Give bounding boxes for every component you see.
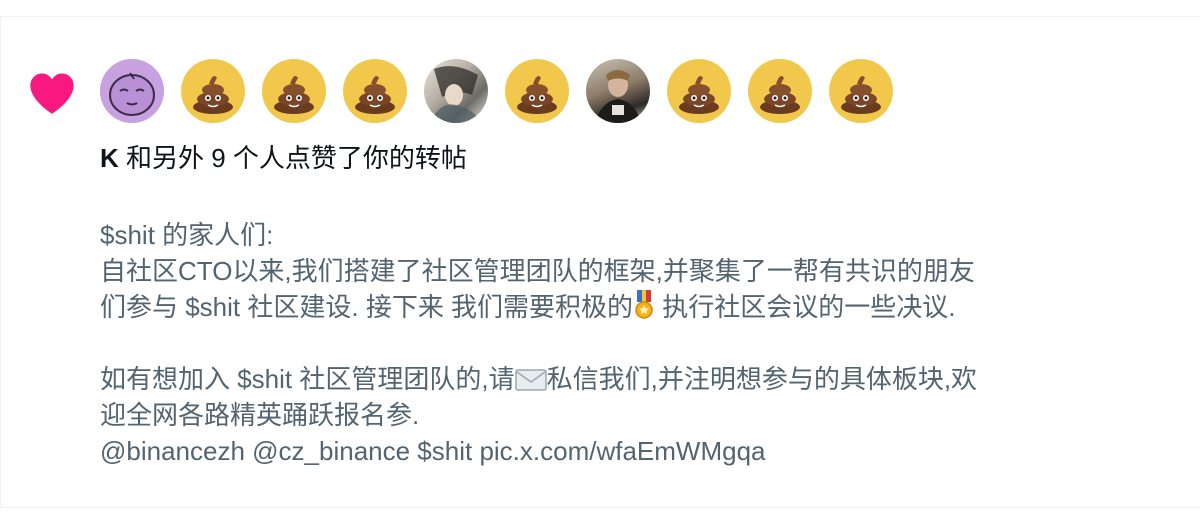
- avatar-photo[interactable]: [586, 59, 650, 123]
- heart-icon: [30, 73, 74, 114]
- envelope-icon: [514, 369, 547, 391]
- poop-icon: [193, 76, 233, 114]
- post-text-segment: 执行社区会议的一些决议.: [655, 292, 956, 322]
- avatar[interactable]: [505, 59, 569, 123]
- post-text-segment: 私信我们,并注明想参与的具体板块,欢: [546, 364, 978, 394]
- poop-icon: [760, 76, 800, 114]
- avatar[interactable]: [262, 59, 326, 123]
- post-line: 迎全网各路精英踊跃报名参.: [100, 400, 420, 430]
- avatar[interactable]: [343, 59, 407, 123]
- person-photo-icon: [594, 70, 642, 123]
- avatar[interactable]: [667, 59, 731, 123]
- purple-face-icon: [100, 59, 164, 123]
- actor-name[interactable]: K: [100, 143, 119, 173]
- bottom-divider: [0, 507, 1200, 508]
- avatar-row: [100, 59, 893, 123]
- post-text-segment: 们参与 $shit 社区建设. 接下来 我们需要积极的: [100, 292, 634, 322]
- poop-icon: [841, 76, 881, 114]
- retweet-text[interactable]: $shit 的家人们: 自社区CTO以来,我们搭建了社区管理团队的框架,并聚集了…: [100, 217, 1160, 469]
- post-line: @binancezh @cz_binance $shit pic.x.com/w…: [100, 436, 766, 466]
- action-text: 和另外 9 个人点赞了你的转帖: [118, 143, 467, 173]
- poop-icon: [355, 76, 395, 114]
- avatar-photo[interactable]: [424, 59, 488, 123]
- post-line: $shit 的家人们:: [100, 220, 274, 250]
- poop-icon: [274, 76, 314, 114]
- avatar[interactable]: [829, 59, 893, 123]
- avatar[interactable]: [748, 59, 812, 123]
- post-line: 如有想加入 $shit 社区管理团队的,请 私信我们,并注明想参与的具体板块,欢: [100, 361, 1160, 397]
- post-line: 们参与 $shit 社区建设. 接下来 我们需要积极的 执行社区会议的一些决议.: [100, 289, 1160, 325]
- notification-title: K 和另外 9 个人点赞了你的转帖: [100, 139, 467, 177]
- person-photo-icon: [430, 66, 482, 123]
- like-notification[interactable]: K 和另外 9 个人点赞了你的转帖 $shit 的家人们: 自社区CTO以来,我…: [0, 17, 1200, 507]
- medal-icon: [635, 290, 653, 319]
- avatar[interactable]: [100, 59, 164, 123]
- post-line: 自社区CTO以来,我们搭建了社区管理团队的框架,并聚集了一帮有共识的朋友: [100, 256, 975, 286]
- post-text-segment: 如有想加入 $shit 社区管理团队的,请: [100, 364, 515, 394]
- avatar[interactable]: [181, 59, 245, 123]
- poop-icon: [679, 76, 719, 114]
- poop-icon: [517, 76, 557, 114]
